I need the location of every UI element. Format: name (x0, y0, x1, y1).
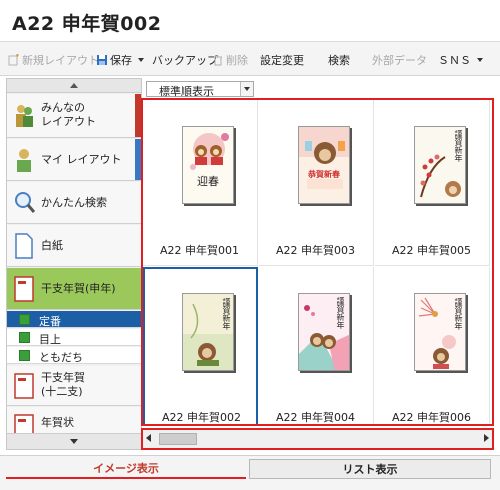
save-dropdown-icon[interactable] (138, 58, 144, 62)
sidebar-item-label: マイ レイアウト (41, 153, 122, 166)
card-greeting-text: 謹賀新年 (336, 297, 345, 329)
sidebar-subitem-meue[interactable]: 目上 (7, 329, 141, 346)
card-preview: 恭賀新春 (298, 126, 350, 204)
thumbnail-caption: A22 申年賀006 (391, 411, 471, 424)
view-mode-bar: イメージ表示 リスト表示 (0, 455, 500, 490)
sidebar-subitem-teiban[interactable]: 定番 (7, 311, 141, 328)
magnifier-icon (15, 192, 35, 213)
sidebar-scroll-up-button[interactable] (7, 79, 141, 93)
layout-thumbnail[interactable]: 謹賀新年 A22 申年賀006 (375, 267, 490, 424)
card-greeting-text: 謹賀新年 (454, 130, 463, 162)
card-preview: 謹賀新年 (182, 293, 234, 371)
scroll-right-icon[interactable] (484, 434, 489, 442)
sns-dropdown-icon[interactable] (477, 58, 483, 62)
layout-thumbnail-grid: 迎春 A22 申年賀001 恭賀新春 A22 申年賀003 謹賀新年 A22 申… (141, 98, 494, 426)
person-icon (17, 149, 31, 172)
card-greeting-text: 恭賀新春 (308, 169, 340, 179)
sidebar-item-label: レイアウト (41, 115, 96, 128)
chevron-down-icon[interactable] (240, 82, 253, 96)
green-square-icon (19, 350, 30, 361)
save-label: 保存 (110, 54, 132, 67)
blank-page-icon (15, 233, 33, 259)
sidebar-item-my-layout[interactable]: マイ レイアウト (7, 139, 141, 181)
external-data-label: 外部データ (372, 54, 427, 67)
tab-image-view[interactable]: イメージ表示 (6, 459, 246, 479)
monkey-illustration-icon (190, 133, 229, 170)
sns-label: ＳＮＳ (438, 54, 471, 67)
backup-button[interactable]: バックアップ (152, 52, 218, 68)
window-title: A22 申年賀002 (12, 13, 162, 35)
thumbnail-caption: A22 申年賀002 (161, 411, 241, 424)
external-data-button[interactable]: 外部データ (372, 52, 427, 68)
new-layout-button[interactable]: 新規レイアウト (8, 52, 99, 68)
green-square-icon (19, 332, 30, 343)
sidebar-item-eto-saru[interactable]: 干支年賀(申年) (7, 268, 141, 310)
thumbnail-caption: A22 申年賀001 (159, 244, 239, 257)
sidebar-subitem-label: 定番 (39, 315, 61, 328)
sidebar-item-nengajo[interactable]: 年賀状 (7, 407, 141, 440)
floppy-icon (97, 55, 107, 65)
sidebar-subitem-tomodachi[interactable]: ともだち (7, 347, 141, 364)
scroll-left-icon[interactable] (146, 434, 151, 442)
sidebar-item-label: 干支年賀(申年) (41, 282, 116, 295)
layout-thumbnail[interactable]: 謹賀新年 A22 申年賀004 (259, 267, 374, 424)
thumbnail-caption: A22 申年賀005 (391, 244, 471, 257)
thumbnail-caption: A22 申年賀004 (275, 411, 355, 424)
sidebar-item-label: 白紙 (41, 239, 63, 252)
card-preview: 謹賀新年 (414, 293, 466, 371)
sidebar-item-label: (十二支) (41, 385, 83, 398)
sidebar-item-blank[interactable]: 白紙 (7, 225, 141, 267)
sidebar-item-everyone-layout[interactable]: みんなの レイアウト (7, 94, 141, 138)
backup-label: バックアップ (152, 54, 218, 67)
card-greeting-text: 迎春 (197, 175, 219, 188)
sort-order-dropdown[interactable]: 標準順表示 (146, 81, 254, 98)
new-layout-icon (8, 54, 19, 66)
sidebar-item-easy-search[interactable]: かんたん検索 (7, 182, 141, 224)
card-preview: 迎春 (182, 126, 234, 204)
sidebar-subitem-label: ともだち (39, 351, 83, 364)
thumbnail-caption: A22 申年賀003 (275, 244, 355, 257)
settings-change-button[interactable]: 設定変更 (260, 52, 304, 68)
sidebar-scroll-down-button[interactable] (7, 433, 141, 449)
tab-list-view[interactable]: リスト表示 (249, 459, 491, 479)
sidebar-item-label: みんなの (41, 101, 85, 114)
card-greeting-text: 謹賀新年 (222, 298, 231, 330)
sort-order-label: 標準順表示 (159, 85, 214, 98)
sidebar-item-label: 年賀状 (41, 416, 74, 429)
sidebar-item-label: かんたん検索 (41, 196, 107, 209)
trash-icon (214, 56, 222, 66)
horizontal-scrollbar[interactable] (141, 428, 494, 450)
title-bar: A22 申年賀002 (0, 0, 500, 42)
sns-button[interactable]: ＳＮＳ (438, 52, 483, 68)
search-label: 検索 (328, 54, 350, 67)
save-button[interactable]: 保存 (96, 52, 144, 68)
card-preview: 謹賀新年 (414, 126, 466, 204)
layout-thumbnail[interactable]: 迎春 A22 申年賀001 (143, 100, 258, 266)
layout-thumbnail[interactable]: 謹賀新年 A22 申年賀005 (375, 100, 490, 266)
toolbar: 新規レイアウト 保存 バックアップ 削除 設定変更 検索 外部データ ＳＮＳ (0, 42, 500, 76)
people-icon (16, 105, 33, 127)
new-layout-label: 新規レイアウト (22, 54, 99, 67)
delete-button[interactable]: 削除 (212, 52, 248, 68)
scrollbar-thumb[interactable] (159, 433, 197, 445)
green-square-icon (19, 314, 30, 325)
card-greeting-text: 謹賀新年 (454, 298, 463, 330)
sidebar-item-eto-juunishi[interactable]: 干支年賀 (十二支) (7, 366, 141, 406)
monkey-illustration-icon (299, 127, 349, 189)
category-sidebar: みんなの レイアウト マイ レイアウト かんたん検索 白紙 干支年賀(申年) 定… (6, 78, 142, 450)
layout-thumbnail-selected[interactable]: 謹賀新年 A22 申年賀002 (143, 267, 258, 424)
card-preview: 謹賀新年 (298, 293, 350, 371)
eto-card-icon (14, 276, 34, 302)
layout-thumbnail[interactable]: 恭賀新春 A22 申年賀003 (259, 100, 374, 266)
sidebar-item-label: 干支年賀 (41, 371, 85, 384)
search-button[interactable]: 検索 (328, 52, 350, 68)
delete-label: 削除 (226, 54, 248, 67)
sidebar-subitem-label: 目上 (39, 333, 61, 346)
eto-card-icon (14, 373, 34, 399)
settings-change-label: 設定変更 (260, 54, 304, 67)
